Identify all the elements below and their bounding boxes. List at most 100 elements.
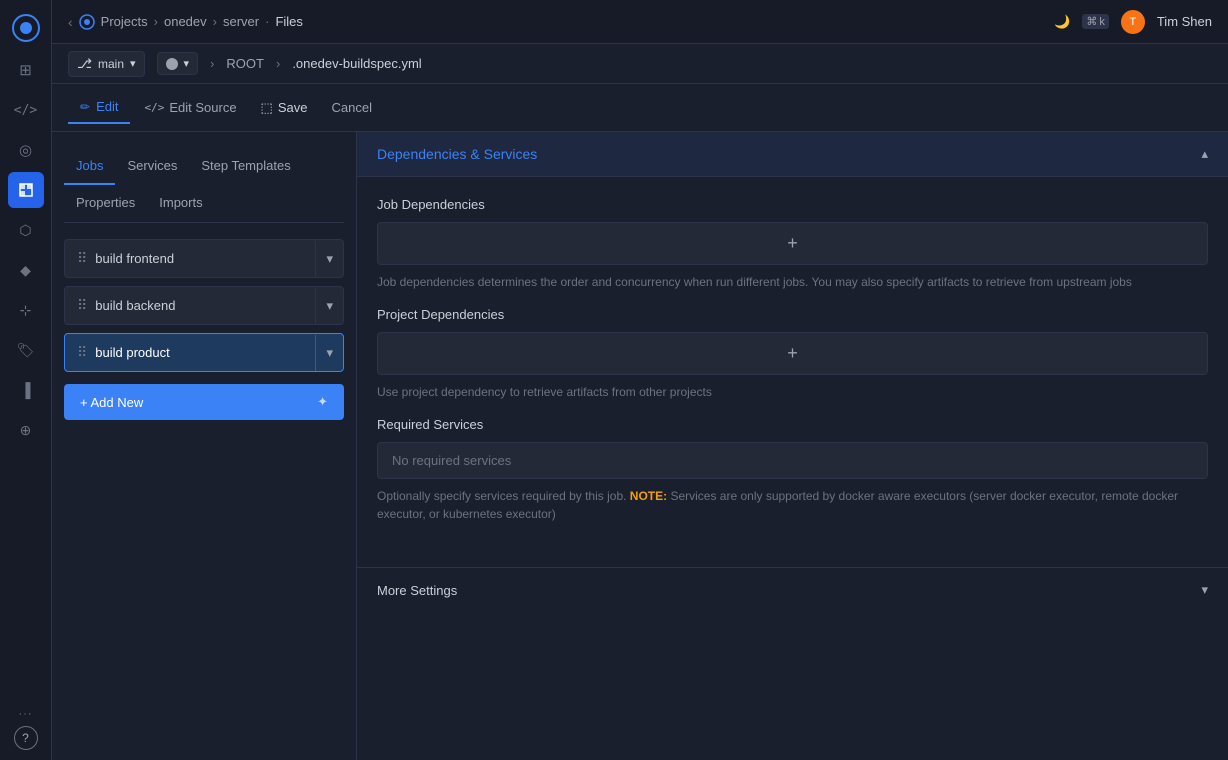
- section-content-dependencies: Job Dependencies + Job dependencies dete…: [357, 177, 1228, 559]
- editbar: ✏ Edit </> Edit Source ⬚ Save Cancel: [52, 84, 1228, 132]
- tab-jobs[interactable]: Jobs: [64, 148, 115, 185]
- job-drag-icon-product: ⠿: [77, 344, 87, 361]
- edit-pencil-icon: ✏: [80, 100, 90, 114]
- branch-chevron-icon: ▾: [130, 57, 136, 70]
- add-new-button[interactable]: + Add New ✦: [64, 384, 344, 420]
- branch-selector[interactable]: ⎇ main ▾: [68, 51, 145, 77]
- breadcrumb-onedev[interactable]: onedev: [164, 14, 207, 29]
- job-item-build-backend[interactable]: ⠿ build backend ▾: [64, 286, 344, 325]
- right-panel: Dependencies & Services ▴ Job Dependenci…: [357, 132, 1228, 760]
- tab-services[interactable]: Services: [115, 148, 189, 185]
- breadcrumb-sep-3: ·: [265, 14, 269, 29]
- cancel-label: Cancel: [331, 100, 371, 115]
- sidebar-icon-releases[interactable]: 🏷: [8, 332, 44, 368]
- sidebar-icon-code[interactable]: </>: [8, 92, 44, 128]
- branch-icon: ⎇: [77, 56, 92, 72]
- user-name[interactable]: Tim Shen: [1157, 14, 1212, 29]
- breadcrumb-sep-2: ›: [213, 14, 217, 29]
- breadcrumb-expand-icon[interactable]: ‹: [68, 14, 73, 30]
- job-item-build-frontend[interactable]: ⠿ build frontend ▾: [64, 239, 344, 278]
- left-panel: Jobs Services Step Templates Properties …: [52, 132, 357, 760]
- filepath-filename: .onedev-buildspec.yml: [292, 56, 421, 71]
- topnav-right: 🌙 ⌘ k T Tim Shen: [1054, 10, 1212, 34]
- save-label: Save: [278, 100, 308, 115]
- job-label-build-backend: build backend: [95, 298, 175, 313]
- path-sep-file: ›: [276, 56, 280, 71]
- add-project-dependency-button[interactable]: +: [377, 332, 1208, 375]
- job-chevron-frontend[interactable]: ▾: [315, 241, 343, 277]
- more-settings-chevron-icon: ▾: [1201, 582, 1208, 598]
- section-chevron-up-icon: ▴: [1201, 146, 1208, 162]
- commit-dot-icon: [166, 58, 178, 70]
- main-content: ‹ Projects › onedev › server · Files 🌙 ⌘…: [52, 0, 1228, 760]
- sidebar-icon-help[interactable]: ?: [14, 726, 38, 750]
- job-item-build-backend-inner[interactable]: ⠿ build backend: [65, 287, 315, 324]
- content-body: Jobs Services Step Templates Properties …: [52, 132, 1228, 760]
- required-services-placeholder: No required services: [377, 442, 1208, 479]
- tab-properties[interactable]: Properties: [64, 185, 147, 222]
- sidebar-icon-team[interactable]: ⊹: [8, 292, 44, 328]
- required-services-label: Required Services: [377, 417, 1208, 432]
- topnav: ‹ Projects › onedev › server · Files 🌙 ⌘…: [52, 0, 1228, 44]
- add-project-dep-plus-icon: +: [787, 343, 798, 364]
- job-item-build-product[interactable]: ⠿ build product ▾: [64, 333, 344, 372]
- breadcrumb: ‹ Projects › onedev › server · Files: [68, 14, 303, 30]
- job-item-build-frontend-inner[interactable]: ⠿ build frontend: [65, 240, 315, 277]
- branchbar: ⎇ main ▾ ▾ › ROOT › .onedev-buildspec.ym…: [52, 44, 1228, 84]
- logo[interactable]: [8, 10, 44, 46]
- sidebar-icon-packages[interactable]: ⬡: [8, 212, 44, 248]
- job-drag-icon-frontend: ⠿: [77, 250, 87, 267]
- job-chevron-backend[interactable]: ▾: [315, 288, 343, 324]
- breadcrumb-files[interactable]: Files: [275, 14, 302, 29]
- path-sep-root: ›: [210, 56, 214, 71]
- moon-icon[interactable]: 🌙: [1054, 14, 1070, 30]
- branch-name: main: [98, 57, 124, 71]
- commit-selector[interactable]: ▾: [157, 52, 199, 75]
- required-services-description: Optionally specify services required by …: [377, 487, 1208, 523]
- job-item-build-product-inner[interactable]: ⠿ build product: [65, 334, 315, 371]
- sidebar-icon-builds[interactable]: [8, 172, 44, 208]
- save-icon: ⬚: [261, 100, 273, 116]
- edit-source-label: Edit Source: [169, 100, 236, 115]
- required-services-note: NOTE:: [630, 489, 667, 503]
- add-new-wand-icon: ✦: [317, 394, 328, 410]
- project-dependencies-label: Project Dependencies: [377, 307, 1208, 322]
- add-new-label: + Add New: [80, 395, 143, 410]
- breadcrumb-sep-1: ›: [154, 14, 158, 29]
- tab-step-templates[interactable]: Step Templates: [189, 148, 302, 185]
- add-job-dependency-button[interactable]: +: [377, 222, 1208, 265]
- sidebar: ⊞ </> ◎ ⬡ ◆ ⊹ 🏷 ▐ ⊕ ··· ?: [0, 0, 52, 760]
- filepath-root: ROOT: [226, 56, 264, 71]
- keyboard-shortcut: ⌘ k: [1082, 14, 1109, 29]
- more-settings-label: More Settings: [377, 583, 457, 598]
- sidebar-more-dots[interactable]: ···: [19, 708, 33, 720]
- job-dependencies-label: Job Dependencies: [377, 197, 1208, 212]
- add-job-dep-plus-icon: +: [787, 233, 798, 254]
- edit-source-button[interactable]: </> Edit Source: [134, 94, 246, 121]
- sidebar-icon-dashboard[interactable]: ⊞: [8, 52, 44, 88]
- sidebar-icon-pipeline[interactable]: ◆: [8, 252, 44, 288]
- breadcrumb-projects[interactable]: Projects: [101, 14, 148, 29]
- section-header-dependencies[interactable]: Dependencies & Services ▴: [357, 132, 1228, 177]
- section-title-dependencies: Dependencies & Services: [377, 146, 537, 162]
- edit-source-icon: </>: [144, 101, 164, 114]
- job-label-build-product: build product: [95, 345, 169, 360]
- project-dependencies-description: Use project dependency to retrieve artif…: [377, 383, 1208, 401]
- save-button[interactable]: ⬚ Save: [251, 94, 318, 122]
- job-chevron-product[interactable]: ▾: [315, 335, 343, 371]
- sidebar-icon-analytics[interactable]: ▐: [8, 372, 44, 408]
- breadcrumb-server[interactable]: server: [223, 14, 259, 29]
- commit-chevron-icon: ▾: [184, 57, 190, 70]
- job-label-build-frontend: build frontend: [95, 251, 174, 266]
- edit-tab[interactable]: ✏ Edit: [68, 91, 130, 124]
- required-services-desc-prefix: Optionally specify services required by …: [377, 489, 630, 503]
- more-settings-section[interactable]: More Settings ▾: [357, 567, 1228, 612]
- avatar[interactable]: T: [1121, 10, 1145, 34]
- sidebar-icon-issues[interactable]: ◎: [8, 132, 44, 168]
- project-logo-icon: [79, 14, 95, 30]
- tab-imports[interactable]: Imports: [147, 185, 214, 222]
- job-dependencies-description: Job dependencies determines the order an…: [377, 273, 1208, 291]
- sidebar-icon-integrations[interactable]: ⊕: [8, 412, 44, 448]
- cancel-button[interactable]: Cancel: [321, 94, 381, 121]
- tabs-bar: Jobs Services Step Templates Properties …: [64, 148, 344, 223]
